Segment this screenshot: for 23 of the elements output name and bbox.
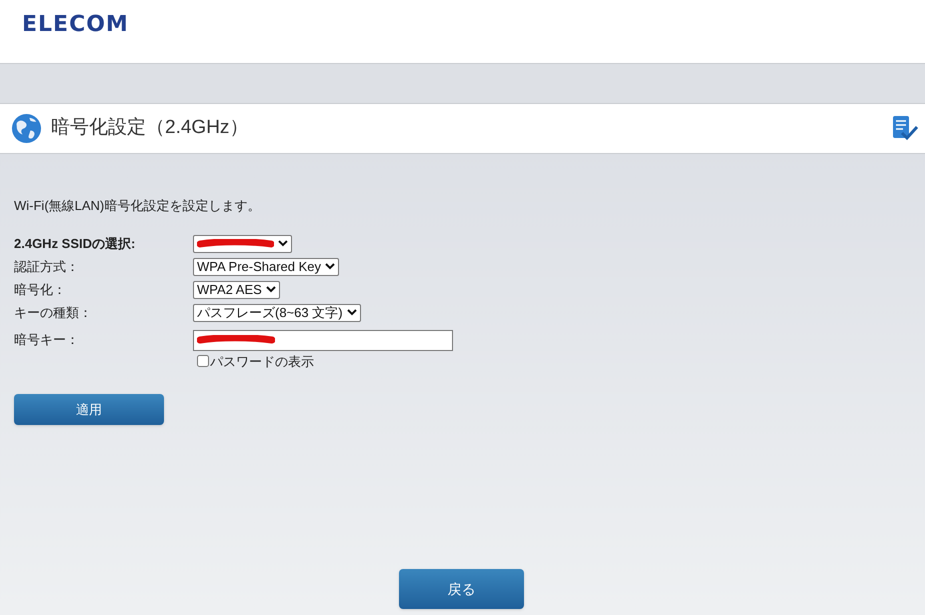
input-field[interactable] bbox=[193, 330, 453, 350]
field-label: 認証方式： bbox=[14, 258, 80, 276]
caret-icon bbox=[266, 286, 276, 293]
caret-icon bbox=[325, 263, 336, 270]
back-button[interactable]: 戻る bbox=[399, 569, 524, 609]
logo: ELECOM bbox=[22, 11, 129, 39]
caret-icon bbox=[278, 240, 288, 247]
caret-icon bbox=[346, 309, 357, 316]
checkbox-label: パスワードの表示 bbox=[210, 352, 314, 370]
show-password-checkbox[interactable] bbox=[197, 355, 209, 368]
dropdown[interactable]: WPA Pre-Shared Key bbox=[193, 258, 340, 276]
dropdown[interactable] bbox=[193, 234, 292, 252]
field-label: 暗号化： bbox=[14, 280, 67, 299]
field-label: 2.4GHz SSIDの選択: bbox=[14, 234, 136, 253]
page-title: 暗号化設定（2.4GHz） bbox=[51, 116, 248, 140]
dropdown[interactable]: パスフレーズ(8~63 文字) bbox=[193, 304, 361, 322]
description: Wi-Fi(無線LAN)暗号化設定を設定します。 bbox=[14, 197, 262, 215]
checklist-icon bbox=[891, 114, 919, 142]
apply-button[interactable]: 適用 bbox=[14, 394, 164, 425]
dropdown[interactable]: WPA2 AES bbox=[193, 280, 280, 298]
globe-icon bbox=[11, 113, 42, 144]
field-label: キーの種類： bbox=[14, 304, 93, 322]
field-label: 暗号キー： bbox=[14, 331, 80, 350]
